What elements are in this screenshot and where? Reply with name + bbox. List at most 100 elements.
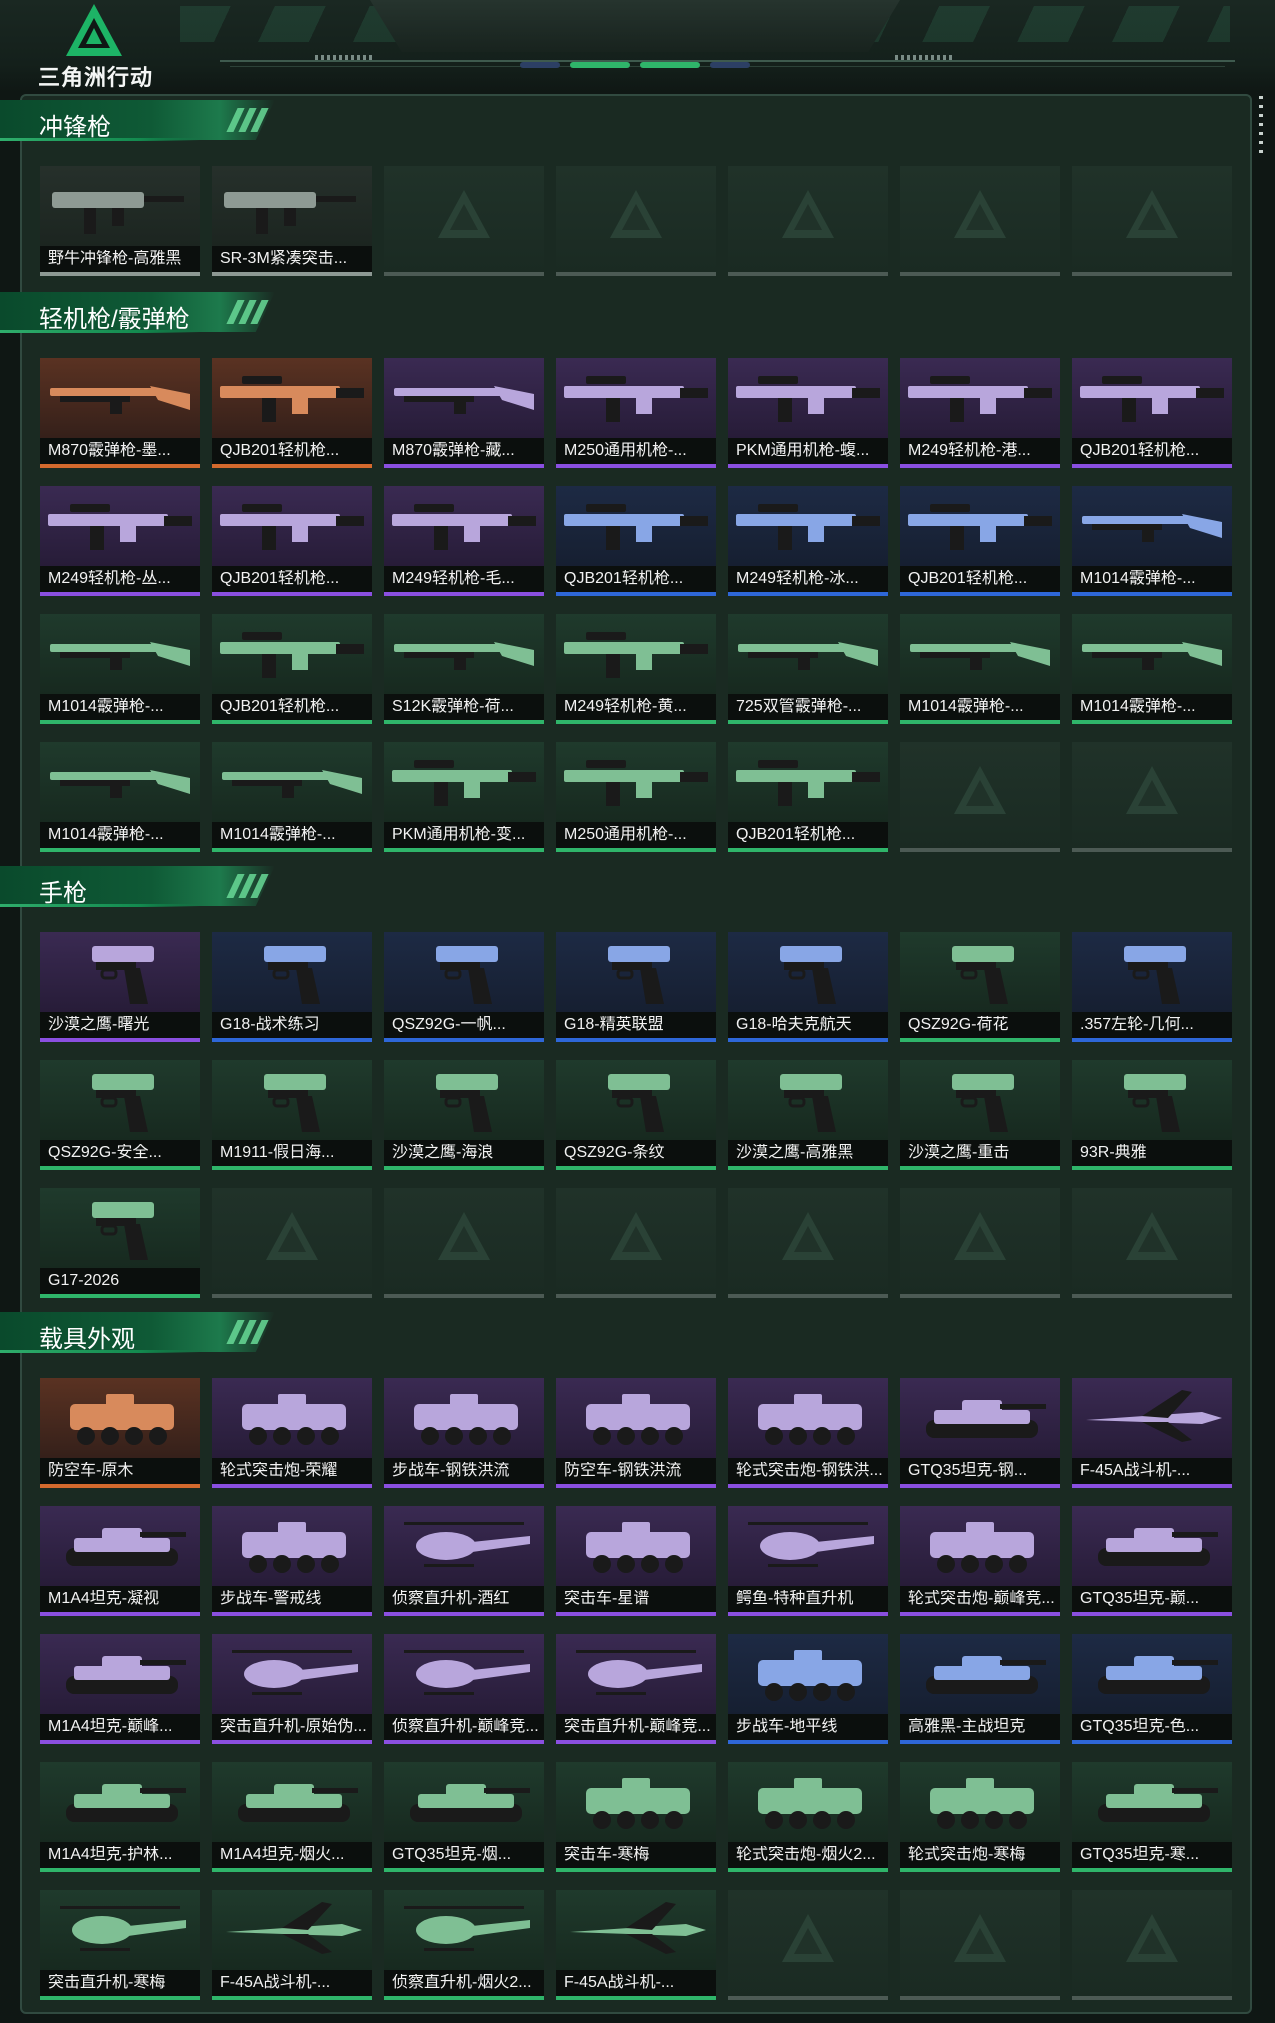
skin-tile[interactable]: M1A4坦克-巅峰... xyxy=(40,1634,200,1744)
skin-tile[interactable]: QSZ92G-荷花 xyxy=(900,932,1060,1042)
skin-tile[interactable]: M249轻机枪-港... xyxy=(900,358,1060,468)
skin-tile[interactable]: PKM通用机枪-蝮... xyxy=(728,358,888,468)
delta-watermark-icon xyxy=(954,190,1006,238)
skin-tile[interactable]: M1A4坦克-烟火... xyxy=(212,1762,372,1872)
skin-tile[interactable]: 侦察直升机-烟火2... xyxy=(384,1890,544,2000)
skin-tile[interactable]: 突击直升机-寒梅 xyxy=(40,1890,200,2000)
skin-tile[interactable]: GTQ35坦克-烟... xyxy=(384,1762,544,1872)
skin-tile[interactable]: M1014霰弹枪-... xyxy=(40,614,200,724)
skin-tile[interactable]: 轮式突击炮-荣耀 xyxy=(212,1378,372,1488)
skin-tile[interactable]: 高雅黑-主战坦克 xyxy=(900,1634,1060,1744)
shotgun-icon xyxy=(1072,486,1232,554)
skin-tile[interactable]: F-45A战斗机-... xyxy=(556,1890,716,2000)
skin-tile[interactable]: 野牛冲锋枪-高雅黑 xyxy=(40,166,200,276)
skin-tile[interactable]: GTQ35坦克-钢... xyxy=(900,1378,1060,1488)
skin-tile[interactable]: 侦察直升机-巅峰竞... xyxy=(384,1634,544,1744)
skin-tile[interactable]: 防空车-原木 xyxy=(40,1378,200,1488)
skin-tile[interactable]: 突击车-星谱 xyxy=(556,1506,716,1616)
skin-tile[interactable]: 沙漠之鹰-曙光 xyxy=(40,932,200,1042)
skin-tile[interactable]: QJB201轻机枪... xyxy=(728,742,888,852)
skin-tile[interactable]: M249轻机枪-黄... xyxy=(556,614,716,724)
skin-tile[interactable]: 725双管霰弹枪-... xyxy=(728,614,888,724)
skin-tile[interactable]: 93R-典雅 xyxy=(1072,1060,1232,1170)
skin-tile[interactable]: M1A4坦克-护林... xyxy=(40,1762,200,1872)
skin-tile[interactable]: QJB201轻机枪... xyxy=(556,486,716,596)
skin-name: QJB201轻机枪... xyxy=(220,570,340,587)
skin-tile[interactable]: 防空车-钢铁洪流 xyxy=(556,1378,716,1488)
skin-tile[interactable]: 轮式突击炮-烟火2... xyxy=(728,1762,888,1872)
skin-tile[interactable]: QSZ92G-安全... xyxy=(40,1060,200,1170)
rarity-bar xyxy=(212,1166,372,1170)
skin-tile[interactable]: QSZ92G-条纹 xyxy=(556,1060,716,1170)
skin-tile[interactable]: M870霰弹枪-墨... xyxy=(40,358,200,468)
lmg-icon xyxy=(556,742,716,810)
skin-tile[interactable]: 步战车-钢铁洪流 xyxy=(384,1378,544,1488)
skin-tile[interactable]: 步战车-警戒线 xyxy=(212,1506,372,1616)
tank-icon xyxy=(1072,1634,1232,1702)
skin-tile[interactable]: G18-战术练习 xyxy=(212,932,372,1042)
tile-label-bg: M249轻机枪-黄... xyxy=(556,694,716,720)
rarity-bar xyxy=(1072,1740,1232,1744)
skin-tile[interactable]: F-45A战斗机-... xyxy=(212,1890,372,2000)
skin-tile[interactable]: 沙漠之鹰-高雅黑 xyxy=(728,1060,888,1170)
skin-tile[interactable]: .357左轮-几何... xyxy=(1072,932,1232,1042)
delta-watermark-icon xyxy=(1126,766,1178,814)
pistol-icon xyxy=(900,1060,1060,1132)
apc-icon xyxy=(728,1378,888,1446)
skin-tile[interactable]: M249轻机枪-冰... xyxy=(728,486,888,596)
skin-tile[interactable]: GTQ35坦克-寒... xyxy=(1072,1762,1232,1872)
tile-label-bg: 步战车-地平线 xyxy=(728,1714,888,1740)
skin-tile[interactable]: 突击直升机-原始伪... xyxy=(212,1634,372,1744)
skin-tile[interactable]: QJB201轻机枪... xyxy=(1072,358,1232,468)
skin-tile[interactable]: QJB201轻机枪... xyxy=(212,358,372,468)
skin-tile[interactable]: GTQ35坦克-巅... xyxy=(1072,1506,1232,1616)
skin-tile[interactable]: M1014霰弹枪-... xyxy=(900,614,1060,724)
skin-tile[interactable]: S12K霰弹枪-荷... xyxy=(384,614,544,724)
rarity-bar xyxy=(900,1612,1060,1616)
helicopter-icon xyxy=(384,1890,544,1958)
skin-tile[interactable]: M1014霰弹枪-... xyxy=(1072,614,1232,724)
rarity-bar xyxy=(384,1484,544,1488)
skin-name: 轮式突击炮-寒梅 xyxy=(908,1846,1026,1863)
skin-tile[interactable]: 轮式突击炮-钢铁洪... xyxy=(728,1378,888,1488)
skin-tile[interactable]: 鳄鱼-特种直升机 xyxy=(728,1506,888,1616)
skin-tile[interactable]: QJB201轻机枪... xyxy=(212,614,372,724)
rarity-bar xyxy=(900,272,1060,276)
skin-tile[interactable]: 步战车-地平线 xyxy=(728,1634,888,1744)
skin-tile[interactable]: M1014霰弹枪-... xyxy=(1072,486,1232,596)
scrollbar[interactable] xyxy=(1259,96,1263,156)
skin-tile[interactable]: F-45A战斗机-... xyxy=(1072,1378,1232,1488)
skin-name: 轮式突击炮-巅峰竞... xyxy=(908,1590,1055,1607)
tile-label-bg: 野牛冲锋枪-高雅黑 xyxy=(40,246,200,272)
skin-tile[interactable]: M870霰弹枪-藏... xyxy=(384,358,544,468)
tile-label-bg: 步战车-警戒线 xyxy=(212,1586,372,1612)
lmg-icon xyxy=(212,614,372,682)
skin-tile[interactable]: M249轻机枪-毛... xyxy=(384,486,544,596)
skin-tile[interactable]: M1A4坦克-凝视 xyxy=(40,1506,200,1616)
skin-tile[interactable]: 侦察直升机-酒红 xyxy=(384,1506,544,1616)
skin-tile[interactable]: 沙漠之鹰-海浪 xyxy=(384,1060,544,1170)
skin-tile[interactable]: M1911-假日海... xyxy=(212,1060,372,1170)
skin-tile[interactable]: 突击直升机-巅峰竞... xyxy=(556,1634,716,1744)
skin-tile[interactable]: G18-精英联盟 xyxy=(556,932,716,1042)
skin-tile[interactable]: M1014霰弹枪-... xyxy=(212,742,372,852)
empty-slot xyxy=(900,1188,1060,1298)
skin-tile[interactable]: M250通用机枪-... xyxy=(556,358,716,468)
skin-tile[interactable]: QSZ92G-一帆... xyxy=(384,932,544,1042)
skin-tile[interactable]: 轮式突击炮-巅峰竞... xyxy=(900,1506,1060,1616)
skin-tile[interactable]: G17-2026 xyxy=(40,1188,200,1298)
skin-tile[interactable]: QJB201轻机枪... xyxy=(212,486,372,596)
skin-tile[interactable]: 突击车-寒梅 xyxy=(556,1762,716,1872)
skin-tile[interactable]: GTQ35坦克-色... xyxy=(1072,1634,1232,1744)
skin-tile[interactable]: M249轻机枪-丛... xyxy=(40,486,200,596)
skin-tile[interactable]: PKM通用机枪-变... xyxy=(384,742,544,852)
skin-tile[interactable]: M250通用机枪-... xyxy=(556,742,716,852)
skin-tile[interactable]: QJB201轻机枪... xyxy=(900,486,1060,596)
skin-tile[interactable]: M1014霰弹枪-... xyxy=(40,742,200,852)
skin-tile[interactable]: 沙漠之鹰-重击 xyxy=(900,1060,1060,1170)
skin-tile[interactable]: SR-3M紧凑突击... xyxy=(212,166,372,276)
skin-name: M1A4坦克-凝视 xyxy=(48,1590,160,1607)
skin-tile[interactable]: 轮式突击炮-寒梅 xyxy=(900,1762,1060,1872)
skin-tile[interactable]: G18-哈夫克航天 xyxy=(728,932,888,1042)
rarity-bar xyxy=(1072,592,1232,596)
